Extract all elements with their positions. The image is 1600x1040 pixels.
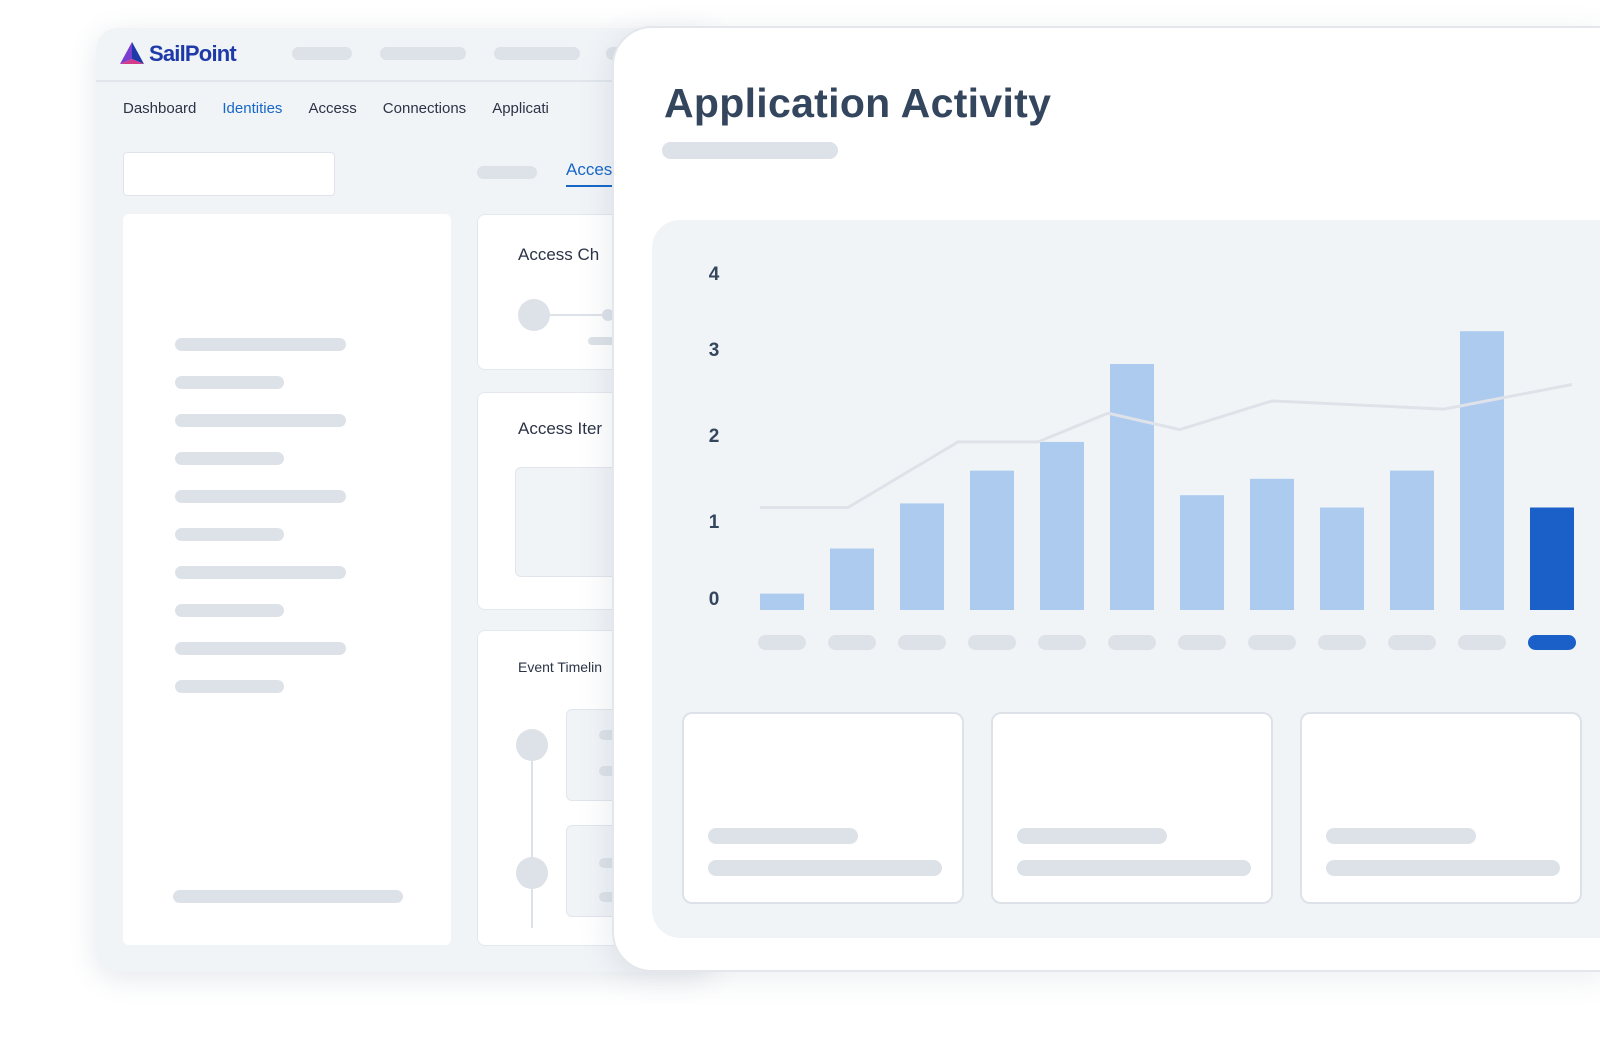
bar bbox=[1320, 507, 1364, 610]
card-title: Access Iter bbox=[518, 419, 603, 438]
bar bbox=[760, 593, 804, 610]
x-tick-label-placeholder bbox=[1178, 635, 1226, 650]
x-tick-label-placeholder bbox=[1458, 635, 1506, 650]
placeholder-line bbox=[1017, 828, 1167, 844]
tab-access[interactable]: Acces bbox=[566, 160, 612, 180]
sidebar-line bbox=[175, 528, 284, 541]
placeholder-line bbox=[708, 828, 858, 844]
timeline-node bbox=[516, 857, 548, 889]
sidebar-line bbox=[175, 490, 346, 503]
x-tick-label-placeholder bbox=[1528, 635, 1576, 650]
bar bbox=[1180, 495, 1224, 610]
nav-placeholder bbox=[380, 47, 466, 60]
summary-card[interactable] bbox=[682, 712, 964, 904]
card-title: Access Ch bbox=[518, 245, 600, 264]
placeholder-line bbox=[1326, 860, 1560, 876]
page-title: Application Activity bbox=[664, 80, 1052, 126]
x-tick-label-placeholder bbox=[1108, 635, 1156, 650]
y-tick-label: 3 bbox=[709, 340, 720, 361]
sidebar-line bbox=[175, 414, 346, 427]
bar bbox=[970, 470, 1014, 610]
bar bbox=[900, 503, 944, 610]
brand-logo[interactable]: SailPoint bbox=[118, 40, 237, 68]
subtitle-placeholder bbox=[662, 142, 838, 159]
nav-dashboard[interactable]: Dashboard bbox=[123, 100, 196, 117]
bar bbox=[1460, 331, 1504, 610]
x-tick-label-placeholder bbox=[1038, 635, 1086, 650]
x-tick-label-placeholder bbox=[968, 635, 1016, 650]
bar bbox=[1250, 478, 1294, 610]
timeline-connector bbox=[550, 314, 610, 316]
bar bbox=[1390, 470, 1434, 610]
card-title: Event Timelin bbox=[518, 659, 603, 675]
sidebar-line bbox=[175, 376, 284, 389]
trend-line bbox=[760, 383, 1573, 509]
nav-applications[interactable]: Applicati bbox=[492, 100, 549, 117]
x-tick-label-placeholder bbox=[1388, 635, 1436, 650]
bar-highlighted bbox=[1530, 507, 1574, 610]
summary-card[interactable] bbox=[991, 712, 1273, 904]
placeholder-line bbox=[1326, 828, 1476, 844]
search-input[interactable] bbox=[123, 152, 335, 196]
sidebar-line bbox=[175, 566, 346, 579]
chart-panel: 0 1 2 3 4 bbox=[652, 220, 1600, 938]
sidebar-line bbox=[175, 452, 284, 465]
sidebar-line bbox=[175, 642, 346, 655]
bar bbox=[830, 548, 874, 610]
x-tick-label-placeholder bbox=[898, 635, 946, 650]
sidebar-line bbox=[175, 604, 284, 617]
timeline-track bbox=[531, 743, 533, 928]
y-tick-label: 2 bbox=[709, 426, 720, 447]
nav-placeholder bbox=[292, 47, 352, 60]
nav-connections[interactable]: Connections bbox=[383, 100, 466, 117]
timeline-node bbox=[518, 299, 550, 331]
placeholder-line bbox=[1017, 860, 1251, 876]
application-activity-panel: Application Activity 0 1 2 3 4 bbox=[612, 26, 1600, 972]
y-tick-label: 1 bbox=[709, 512, 720, 533]
x-tick-label-placeholder bbox=[1248, 635, 1296, 650]
placeholder-line bbox=[708, 860, 942, 876]
timeline-node bbox=[516, 729, 548, 761]
nav-access[interactable]: Access bbox=[308, 100, 356, 117]
summary-card[interactable] bbox=[1300, 712, 1582, 904]
sidebar-line bbox=[175, 338, 346, 351]
nav-placeholder bbox=[494, 47, 580, 60]
y-tick-label: 4 bbox=[709, 264, 720, 285]
bar bbox=[1040, 441, 1084, 610]
sailpoint-pyramid-icon bbox=[120, 42, 144, 64]
nav-identities[interactable]: Identities bbox=[222, 100, 282, 117]
tab-placeholder bbox=[477, 166, 537, 179]
activity-bar-chart: 0 1 2 3 4 bbox=[709, 264, 1576, 650]
brand-name: SailPoint bbox=[149, 41, 237, 66]
main-nav: Dashboard Identities Access Connections … bbox=[123, 100, 575, 117]
sidebar-line bbox=[175, 680, 284, 693]
identity-sidebar bbox=[123, 214, 451, 945]
sidebar-footer-line bbox=[173, 890, 403, 903]
bar bbox=[1110, 364, 1154, 610]
y-tick-label: 0 bbox=[709, 589, 720, 610]
x-tick-label-placeholder bbox=[828, 635, 876, 650]
x-tick-label-placeholder bbox=[1318, 635, 1366, 650]
x-tick-label-placeholder bbox=[758, 635, 806, 650]
